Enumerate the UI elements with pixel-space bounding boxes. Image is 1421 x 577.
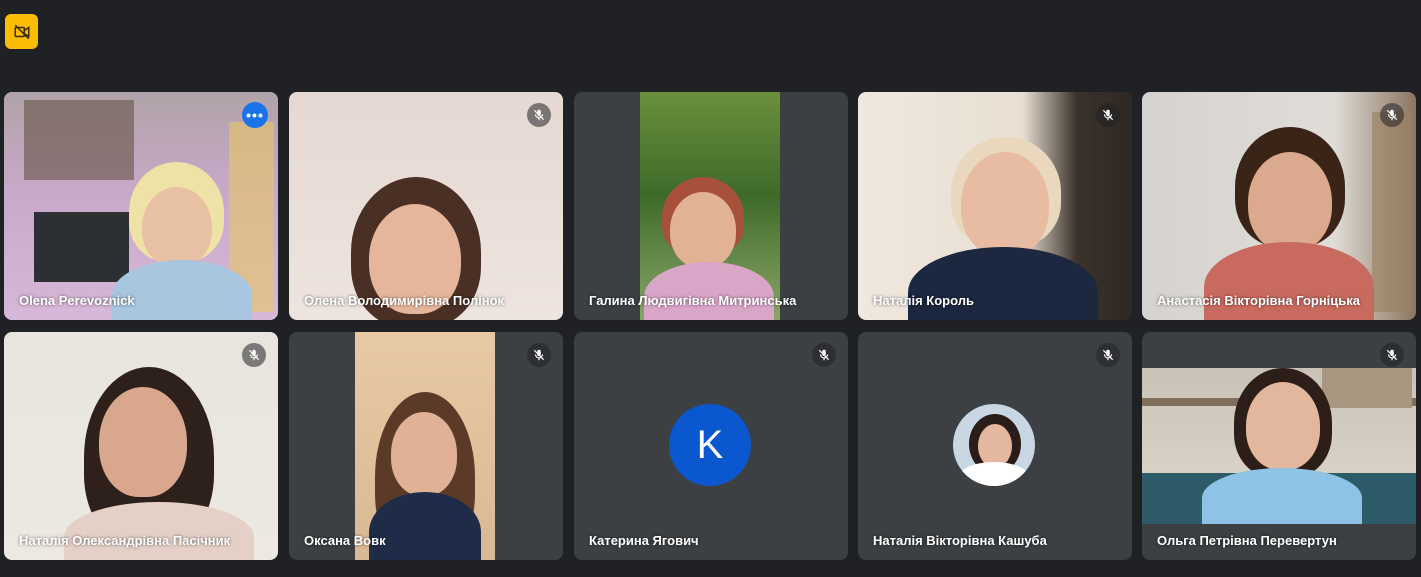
participant-video [1142, 368, 1416, 524]
participant-tile[interactable]: ••• Olena Perevoznick [4, 92, 278, 320]
participant-name: Галина Людвигівна Митринська [589, 293, 797, 308]
mic-off-icon [812, 343, 836, 367]
participant-name: Олена Володимирівна Полінок [304, 293, 505, 308]
avatar [953, 404, 1035, 486]
mic-off-icon [527, 343, 551, 367]
participant-video [4, 92, 278, 320]
mic-off-icon [1096, 103, 1120, 127]
participant-name: Анастасія Вікторівна Горніцька [1157, 293, 1361, 308]
participant-tile[interactable]: Олена Володимирівна Полінок [289, 92, 563, 320]
participant-tile[interactable]: Наталія Олександрівна Пасічник [4, 332, 278, 560]
more-options-button[interactable]: ••• [242, 102, 268, 128]
participant-video [1142, 92, 1416, 320]
participant-tile[interactable]: Наталія Вікторівна Кашуба [858, 332, 1132, 560]
mic-off-icon [1380, 103, 1404, 127]
participant-name: Ольга Петрівна Перевертун [1157, 533, 1337, 548]
mic-off-icon [1096, 343, 1120, 367]
participant-name: Olena Perevoznick [19, 293, 135, 308]
participant-tile[interactable]: Ольга Петрівна Перевертун [1142, 332, 1416, 560]
participant-tile[interactable]: Оксана Вовк [289, 332, 563, 560]
avatar: K [669, 404, 751, 486]
mic-off-icon [527, 103, 551, 127]
no-video-icon [14, 24, 29, 39]
participant-video [858, 92, 1132, 320]
participant-name: Наталія Король [873, 293, 974, 308]
participant-tile[interactable]: Галина Людвигівна Митринська [574, 92, 848, 320]
participant-grid: ••• Olena Perevoznick Олена Володимирівн… [4, 92, 1416, 560]
participant-video [355, 332, 495, 560]
participant-video [640, 92, 780, 320]
participant-tile[interactable]: Анастасія Вікторівна Горніцька [1142, 92, 1416, 320]
participant-name: Катерина Ягович [589, 533, 699, 548]
mic-off-icon [242, 343, 266, 367]
participant-tile[interactable]: Наталія Король [858, 92, 1132, 320]
camera-off-badge[interactable] [5, 14, 38, 49]
participant-tile[interactable]: K Катерина Ягович [574, 332, 848, 560]
participant-name: Оксана Вовк [304, 533, 386, 548]
participant-video [289, 92, 563, 320]
mic-off-icon [1380, 343, 1404, 367]
participant-video [4, 332, 278, 560]
participant-name: Наталія Олександрівна Пасічник [19, 533, 231, 548]
participant-name: Наталія Вікторівна Кашуба [873, 533, 1047, 548]
